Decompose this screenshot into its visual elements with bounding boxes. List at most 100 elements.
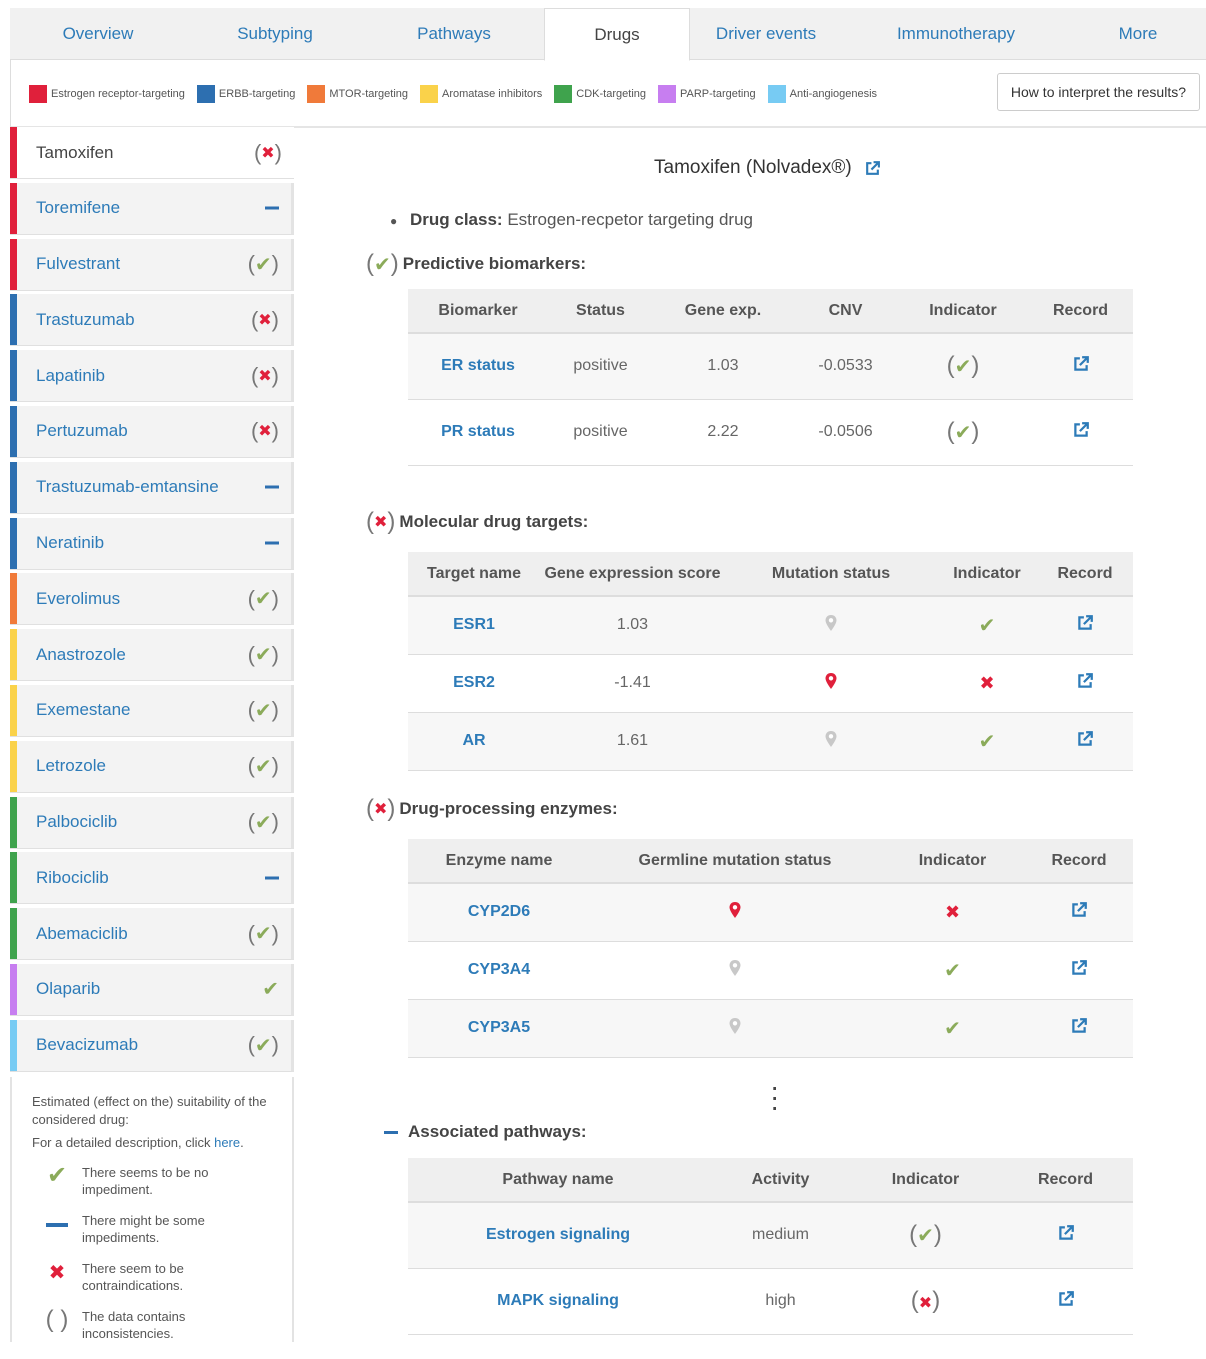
- target-link[interactable]: ESR2: [408, 654, 540, 713]
- column-header[interactable]: Gene exp.: [653, 289, 793, 334]
- dash-icon: [265, 876, 279, 880]
- external-link-icon[interactable]: [1070, 901, 1088, 919]
- tab-drugs[interactable]: Drugs: [544, 8, 690, 61]
- drug-item-exemestane[interactable]: Exemestane (✔): [10, 684, 294, 737]
- drug-item-toremifene[interactable]: Toremifene: [10, 182, 294, 235]
- column-header[interactable]: Record: [998, 1158, 1133, 1203]
- drug-indicator: [265, 541, 279, 545]
- drug-item-neratinib[interactable]: Neratinib: [10, 517, 294, 570]
- column-header[interactable]: Indicator: [898, 289, 1028, 334]
- tab-subtyping[interactable]: Subtyping: [186, 8, 364, 60]
- legend-item: Anti-angiogenesis: [767, 85, 877, 103]
- external-link-icon[interactable]: [1072, 421, 1090, 439]
- drug-list: Tamoxifen (✖) Toremifene Fulvestrant (✔)…: [10, 127, 294, 1076]
- column-header[interactable]: Indicator: [853, 1158, 998, 1203]
- column-header[interactable]: Pathway name: [408, 1158, 708, 1203]
- external-link-icon[interactable]: [1057, 1224, 1075, 1242]
- column-header[interactable]: Status: [548, 289, 653, 334]
- column-header[interactable]: Record: [1037, 552, 1133, 597]
- drug-item-ribociclib[interactable]: Ribociclib: [10, 852, 294, 905]
- enzyme-link[interactable]: CYP3A5: [408, 999, 590, 1058]
- drug-name: Ribociclib: [36, 867, 109, 887]
- mutation-status-cell: [590, 941, 880, 1000]
- column-header[interactable]: Biomarker: [408, 289, 548, 334]
- drug-item-olaparib[interactable]: Olaparib ✔: [10, 963, 294, 1016]
- external-link-icon[interactable]: [1072, 355, 1090, 373]
- tab-overview[interactable]: Overview: [10, 8, 186, 60]
- record-cell[interactable]: [1037, 596, 1133, 655]
- external-link-icon[interactable]: [864, 160, 881, 177]
- record-cell[interactable]: [1025, 941, 1133, 1000]
- enzyme-link[interactable]: CYP2D6: [408, 883, 590, 942]
- drug-item-bevacizumab[interactable]: Bevacizumab (✔): [10, 1019, 294, 1072]
- column-header[interactable]: Record: [1028, 289, 1133, 334]
- target-link[interactable]: ESR1: [408, 596, 540, 655]
- pathways-heading: Associated pathways:: [366, 1122, 587, 1142]
- drug-item-fulvestrant[interactable]: Fulvestrant (✔): [10, 238, 294, 291]
- biomarker-link[interactable]: ER status: [408, 333, 548, 400]
- drug-name: Trastuzumab: [36, 309, 135, 329]
- column-header[interactable]: Record: [1025, 839, 1133, 884]
- drug-class-bar: [10, 405, 17, 457]
- check-icon: ✔: [254, 699, 272, 722]
- column-header[interactable]: Enzyme name: [408, 839, 590, 884]
- external-link-icon[interactable]: [1070, 1017, 1088, 1035]
- record-cell[interactable]: [1037, 712, 1133, 771]
- external-link-icon[interactable]: [1070, 959, 1088, 977]
- drug-item-abemaciclib[interactable]: Abemaciclib (✔): [10, 908, 294, 961]
- pathway-link[interactable]: MAPK signaling: [408, 1268, 708, 1335]
- biomarkers-indicator: (✔): [366, 250, 399, 277]
- column-header[interactable]: Activity: [708, 1158, 853, 1203]
- record-cell[interactable]: [1025, 883, 1133, 942]
- tab-more[interactable]: More: [1070, 8, 1206, 60]
- record-cell[interactable]: [1037, 654, 1133, 713]
- tab-driver-events[interactable]: Driver events: [690, 8, 842, 60]
- column-header[interactable]: Indicator: [880, 839, 1025, 884]
- tab-pathways[interactable]: Pathways: [364, 8, 544, 60]
- cross-icon: ✖: [374, 801, 388, 818]
- drug-item-letrozole[interactable]: Letrozole (✔): [10, 740, 294, 793]
- column-header[interactable]: CNV: [793, 289, 898, 334]
- column-header[interactable]: Germline mutation status: [590, 839, 880, 884]
- enzyme-link[interactable]: CYP3A4: [408, 941, 590, 1000]
- check-icon: ✔: [254, 253, 272, 276]
- drug-item-trastuzumab[interactable]: Trastuzumab (✖): [10, 294, 294, 347]
- drug-class-bar: [10, 294, 17, 346]
- record-cell[interactable]: [1025, 999, 1133, 1058]
- legend-row: ✔ There seems to be no impediment.: [46, 1162, 209, 1198]
- drug-class-bar: [10, 852, 17, 904]
- record-cell[interactable]: [998, 1268, 1133, 1335]
- legend-swatch: [29, 85, 47, 103]
- column-header[interactable]: Target name: [408, 552, 540, 597]
- header-row: Biomarker Status Gene exp. CNV Indicator Reco…: [408, 289, 1133, 334]
- biomarker-link[interactable]: PR status: [408, 399, 548, 466]
- drug-item-pertuzumab[interactable]: Pertuzumab (✖): [10, 405, 294, 458]
- drug-class-bar: [10, 796, 17, 848]
- record-cell[interactable]: [998, 1202, 1133, 1269]
- drug-item-palbociclib[interactable]: Palbociclib (✔): [10, 796, 294, 849]
- tab-immunotherapy[interactable]: Immunotherapy: [842, 8, 1070, 60]
- external-link-icon[interactable]: [1076, 730, 1094, 748]
- external-link-icon[interactable]: [1076, 672, 1094, 690]
- drug-item-anastrozole[interactable]: Anastrozole (✔): [10, 629, 294, 682]
- target-link[interactable]: AR: [408, 712, 540, 771]
- how-to-interpret-button[interactable]: How to interpret the results?: [996, 73, 1200, 111]
- column-header[interactable]: Gene expression score: [540, 552, 725, 597]
- record-cell[interactable]: [1028, 399, 1133, 466]
- drug-item-lapatinib[interactable]: Lapatinib (✖): [10, 350, 294, 403]
- biomarkers-heading: (✔) Predictive biomarkers:: [366, 250, 587, 277]
- legend-detail-link[interactable]: here: [214, 1135, 240, 1150]
- external-link-icon[interactable]: [1076, 614, 1094, 632]
- suitability-legend: Estimated (effect on the) suitability of…: [10, 1077, 294, 1342]
- record-cell[interactable]: [1028, 333, 1133, 400]
- drug-item-tamoxifen[interactable]: Tamoxifen (✖): [10, 127, 294, 179]
- column-header[interactable]: Mutation status: [725, 552, 937, 597]
- drug-item-trastuzumab-emtansine[interactable]: Trastuzumab-emtansine: [10, 461, 294, 514]
- pathway-link[interactable]: Estrogen signaling: [408, 1202, 708, 1269]
- drug-item-everolimus[interactable]: Everolimus (✔): [10, 573, 294, 626]
- mutation-status-cell: [725, 596, 937, 655]
- mutation-status-cell: [725, 654, 937, 713]
- external-link-icon[interactable]: [1057, 1290, 1075, 1308]
- column-header[interactable]: Indicator: [937, 552, 1037, 597]
- drug-indicator: [265, 876, 279, 880]
